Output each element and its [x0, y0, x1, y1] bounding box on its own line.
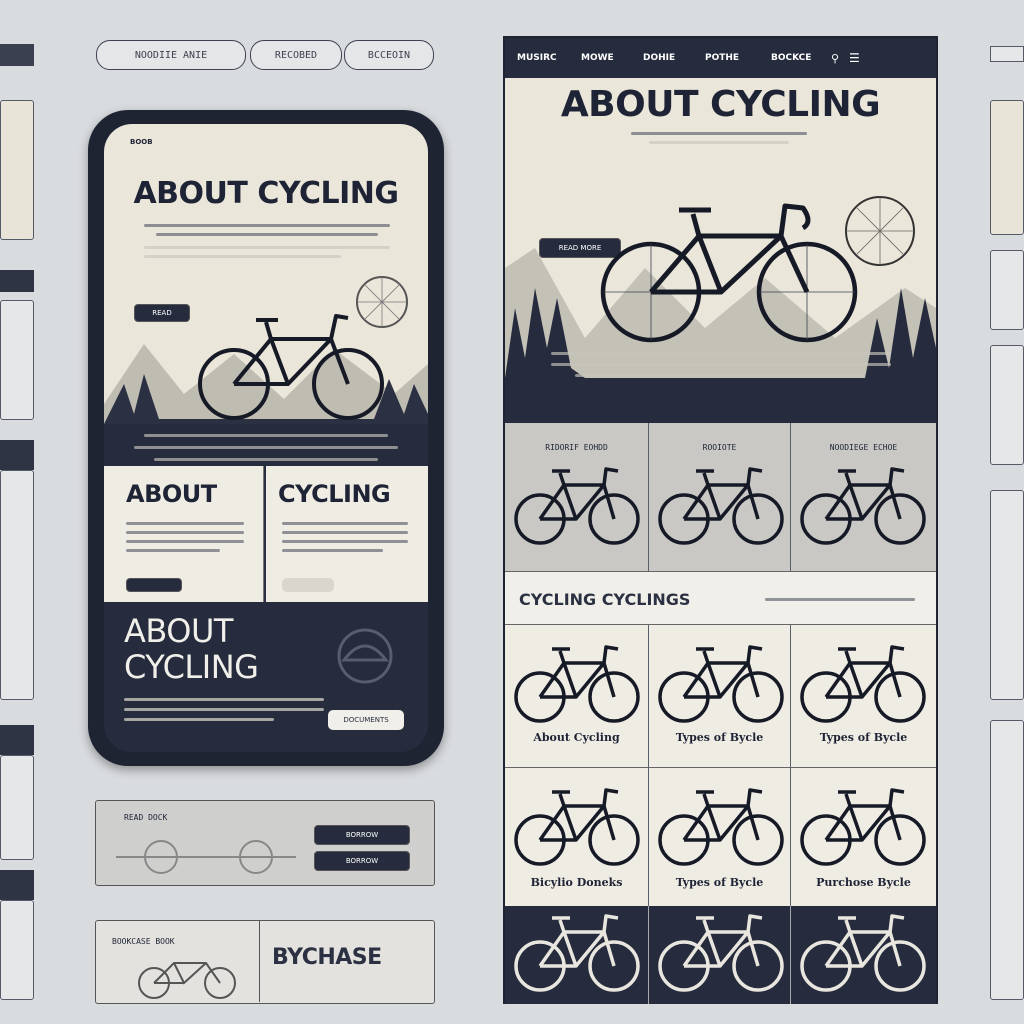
desktop-section-header: CYCLING CYCLINGS: [505, 571, 936, 625]
grid-caption-1-3: Types of Bycle: [819, 731, 908, 744]
phone-lower-title-2: CYCLING: [124, 648, 259, 686]
nav-item-5[interactable]: BOCKCE: [771, 53, 831, 63]
phone-status-label: BOOB: [130, 138, 153, 146]
pill-nav-2[interactable]: RECOBED: [250, 40, 342, 70]
desktop-hero-bicycle-icon: [600, 203, 858, 343]
nav-item-4[interactable]: POTHE: [705, 53, 771, 63]
phone-hero-bicycle-icon: [198, 314, 384, 420]
phone-lower-title-1: ABOUT: [124, 612, 233, 650]
desktop-tile-3-label: NOODIEGE ECHOE: [829, 443, 898, 452]
menu-icon[interactable]: ☰: [849, 51, 860, 65]
phone-screen: BOOB ABOUT CYCLING READ ABOUT CYCLING AB…: [104, 124, 428, 752]
desktop-navbar: MUSIRC MOWE DOHIE POTHE BOCKCE ⚲ ☰: [505, 38, 936, 78]
grid-bicycle-icon: [514, 645, 640, 723]
grid-bicycle-icon: [800, 914, 926, 992]
grid-bicycle-icon: [658, 645, 784, 723]
bottom-card-2-left: BOOKCASE BOOK: [96, 921, 260, 1002]
grid-bicycle-icon: [514, 467, 640, 545]
phone-card-cycling[interactable]: CYCLING: [266, 466, 428, 602]
bottom-card-bicycle-icon: [138, 962, 236, 999]
bottom-card-2-title: BYCHASE: [272, 945, 382, 970]
nav-item-2[interactable]: MOWE: [581, 53, 643, 63]
desktop-hero-text: [551, 352, 891, 377]
bottom-card-2[interactable]: BOOKCASE BOOK BYCHASE: [95, 920, 435, 1004]
grid-caption-2-3: Purchose Bycle: [816, 876, 911, 889]
desktop-mockup: MUSIRC MOWE DOHIE POTHE BOCKCE ⚲ ☰ ABOUT…: [503, 36, 938, 1004]
grid-bicycle-icon: [658, 914, 784, 992]
grid-bicycle-icon: [800, 788, 926, 866]
grid-bicycle-icon: [800, 467, 926, 545]
bicycle-icon: [116, 840, 296, 874]
phone-mockup: BOOB ABOUT CYCLING READ ABOUT CYCLING AB…: [88, 110, 444, 766]
desktop-hero: ABOUT CYCLING READ MORE: [505, 78, 936, 423]
grid-bicycle-icon: [514, 914, 640, 992]
search-icon[interactable]: ⚲: [831, 52, 849, 65]
phone-card-cycling-title: CYCLING: [278, 480, 391, 508]
grid-caption-1-2: Types of Bycle: [675, 731, 764, 744]
pill-nav-3[interactable]: BCCEOIN: [344, 40, 434, 70]
bottom-card-1-button-1[interactable]: BORROW: [314, 825, 410, 845]
phone-lower-section: ABOUT CYCLING DOCUMENTS: [104, 602, 428, 752]
grid-bicycle-icon: [514, 788, 640, 866]
helmet-icon: [337, 628, 393, 684]
nav-item-3[interactable]: DOHIE: [643, 53, 705, 63]
grid-bicycle-icon: [800, 645, 926, 723]
desktop-tile-1-label: RIDORIF EOHDD: [545, 443, 608, 452]
desktop-hero-title: ABOUT CYCLING: [560, 84, 881, 125]
bottom-card-1-button-2[interactable]: BORROW: [314, 851, 410, 871]
phone-card-about[interactable]: ABOUT: [104, 466, 264, 602]
phone-hero-title: ABOUT CYCLING: [133, 176, 399, 211]
desktop-section-title: CYCLING CYCLINGS: [519, 590, 691, 609]
phone-card-about-button[interactable]: [126, 578, 182, 592]
phone-hero-text: [144, 224, 390, 258]
phone-hero: BOOB ABOUT CYCLING READ: [104, 124, 428, 454]
nav-item-1[interactable]: MUSIRC: [517, 53, 581, 63]
pill-nav-1[interactable]: NOODIIE ANIE: [96, 40, 246, 70]
grid-caption-2-2: Types of Bycle: [675, 876, 764, 889]
bottom-card-2-label: BOOKCASE BOOK: [112, 937, 175, 946]
phone-card-about-title: ABOUT: [126, 480, 217, 508]
phone-lower-button[interactable]: DOCUMENTS: [328, 710, 404, 730]
desktop-tile-2-label: ROOIOTE: [702, 443, 737, 452]
phone-card-cycling-button[interactable]: [282, 578, 334, 592]
grid-bicycle-icon: [658, 467, 784, 545]
grid-bicycle-icon: [658, 788, 784, 866]
grid-caption-2-1: Bicylio Doneks: [530, 876, 623, 889]
grid-caption-1-1: About Cycling: [533, 731, 620, 744]
bottom-card-1[interactable]: READ DOCK BORROW BORROW: [95, 800, 435, 886]
